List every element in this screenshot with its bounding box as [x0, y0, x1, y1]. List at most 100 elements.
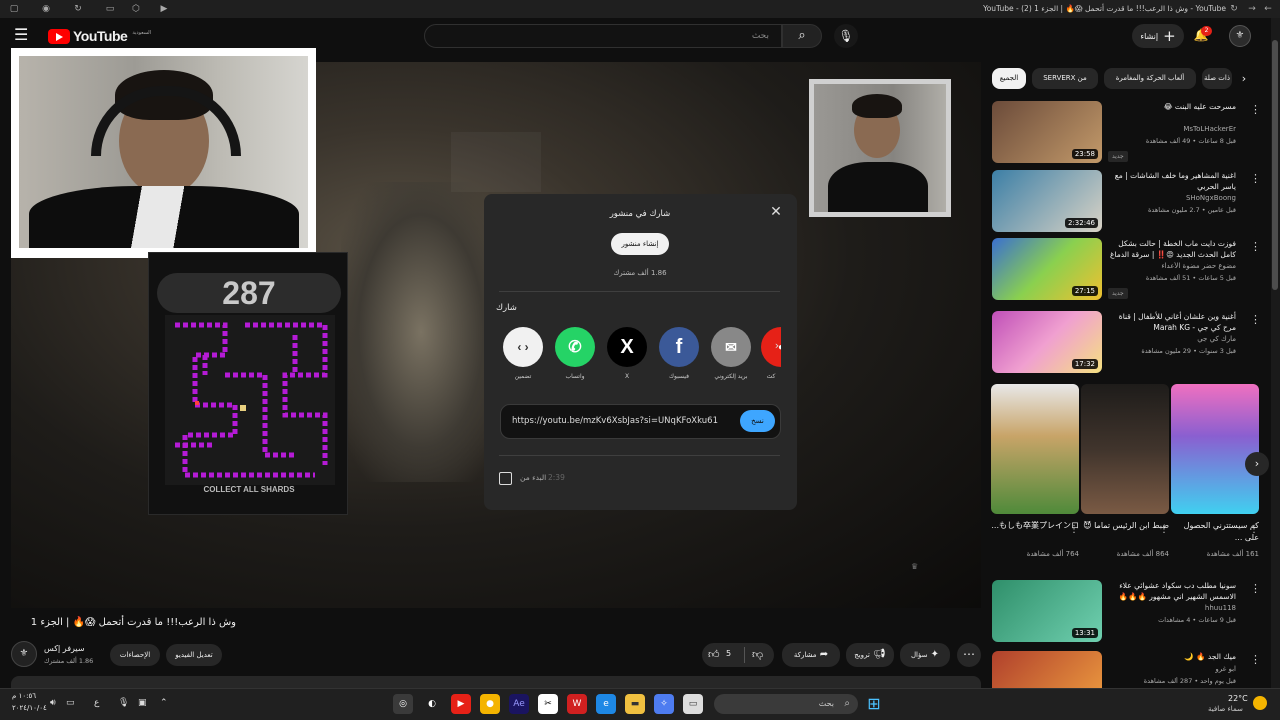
analytics-button[interactable]: الإحصاءات: [110, 644, 160, 666]
edit-video-button[interactable]: تعديل الفيديو: [166, 644, 222, 666]
video-thumbnail[interactable]: 2:32:46: [992, 170, 1102, 232]
short-title[interactable]: もしも卒業プレインロ...: [991, 520, 1079, 546]
video-thumbnail[interactable]: 17:32: [992, 311, 1102, 373]
recommendation-channel[interactable]: مضوع حضر مضوة الأعداء: [1108, 262, 1236, 270]
language-indicator[interactable]: ع: [94, 698, 99, 708]
collections-icon[interactable]: ⬡: [130, 3, 142, 15]
network-icon[interactable]: ▭: [66, 698, 75, 708]
after-effects-icon[interactable]: Ae: [509, 694, 529, 714]
video-thumbnail[interactable]: [992, 651, 1102, 688]
ask-button[interactable]: ✦ سؤال: [900, 643, 950, 667]
more-options-icon[interactable]: ⋮: [1250, 103, 1261, 116]
search-input[interactable]: بحث: [424, 24, 782, 48]
recommendation-item[interactable]: 27:15 فوزت دايت ماب الخطة | حالت بشكل كا…: [992, 238, 1262, 304]
app-taskbar-icon[interactable]: ▭: [683, 694, 703, 714]
more-options-icon[interactable]: ⋮: [1250, 172, 1261, 185]
capcut-icon[interactable]: ✂: [538, 694, 558, 714]
chevron-right-icon[interactable]: ›: [768, 337, 786, 355]
channel-name[interactable]: سيرفر إكس: [44, 644, 85, 653]
chrome-taskbar-icon[interactable]: ◎: [393, 694, 413, 714]
video-thumbnail[interactable]: 13:31: [992, 580, 1102, 642]
speaker-icon[interactable]: 🔊︎: [50, 698, 56, 708]
youtube-logo[interactable]: YouTube السعودية: [48, 28, 151, 44]
recommendation-channel[interactable]: hhuu118: [1108, 604, 1236, 612]
recommendation-item[interactable]: 23:58 مسرحت عليه البنت 😂 MsToLHackerEr ق…: [992, 101, 1262, 167]
share-x-button[interactable]: X X: [605, 327, 649, 380]
recommendation-title[interactable]: أغنية وين علشان أغاني للأطفال | قناة مرح…: [1108, 311, 1236, 333]
more-actions-icon[interactable]: ⋯: [957, 643, 981, 667]
create-button[interactable]: إنشاء +: [1132, 24, 1184, 48]
search-button[interactable]: ⌕: [782, 24, 822, 48]
hamburger-menu-icon[interactable]: ☰: [14, 27, 34, 43]
forward-icon[interactable]: →: [1246, 3, 1258, 15]
share-embed-button[interactable]: ‹ › تضمين: [501, 327, 545, 380]
weather-description[interactable]: سماء صافية: [1208, 705, 1243, 713]
more-options-icon[interactable]: ⋮: [1249, 524, 1259, 535]
refresh-icon[interactable]: ↻: [1228, 3, 1240, 15]
description-box[interactable]: [11, 676, 981, 688]
start-at-time[interactable]: 2:39: [548, 473, 565, 482]
chip-related[interactable]: ذات صلة: [1202, 68, 1232, 89]
more-options-icon[interactable]: ⋮: [1159, 524, 1169, 535]
app-taskbar-icon[interactable]: ●: [480, 694, 500, 714]
tray-app-icon[interactable]: ▣: [138, 698, 147, 708]
more-options-icon[interactable]: ⋮: [1250, 313, 1261, 326]
wps-icon[interactable]: W: [567, 694, 587, 714]
copilot-icon[interactable]: ✧: [654, 694, 674, 714]
recommendation-channel[interactable]: مارك كي جي: [1108, 335, 1236, 343]
taskbar-search-box[interactable]: ⌕ بحث: [714, 694, 858, 714]
short-title[interactable]: ضبط ابن الرئيس تماما 😈: [1081, 520, 1169, 546]
recommendation-item[interactable]: ميك الجد 🔥 🌙 ابو غرو قبل يوم واحد • 287 …: [992, 651, 1262, 688]
share-whatsapp-button[interactable]: ✆ واتساب: [553, 327, 597, 380]
create-post-button[interactable]: إنشاء منشور: [611, 233, 669, 255]
edge-icon[interactable]: e: [596, 694, 616, 714]
short-thumbnail[interactable]: [991, 384, 1079, 514]
app-menu-icon[interactable]: ▢: [8, 3, 20, 15]
close-icon[interactable]: ✕: [768, 204, 784, 220]
recommendation-title[interactable]: سونيا مطلب دب سكواد عشوائي علاء الاسمس ا…: [1108, 580, 1236, 602]
recommendation-title[interactable]: فوزت دايت ماب الخطة | حالت بشكل كامل الح…: [1108, 238, 1236, 262]
short-thumbnail[interactable]: [1081, 384, 1169, 514]
recommendation-item[interactable]: 2:32:46 اغنية المشاهير وما خلف الشاشات |…: [992, 170, 1262, 236]
video-thumbnail[interactable]: 27:15: [992, 238, 1102, 300]
chevron-right-icon[interactable]: ›: [1236, 71, 1252, 87]
recommendation-title[interactable]: مسرحت عليه البنت 😂: [1108, 101, 1236, 112]
like-icon[interactable]: 👍︎: [708, 648, 720, 661]
channel-avatar[interactable]: ⚜: [11, 641, 37, 667]
recommendation-title[interactable]: اغنية المشاهير وما خلف الشاشات | مع ياسر…: [1108, 170, 1236, 192]
youtube-taskbar-icon[interactable]: ▶: [451, 694, 471, 714]
chip-all[interactable]: الجميع: [992, 68, 1026, 89]
short-item[interactable]: もしも卒業プレインロ... 764 ألف مشاهدة ⋮: [991, 384, 1079, 558]
short-thumbnail[interactable]: [1171, 384, 1259, 514]
recommendation-channel[interactable]: ابو غرو: [1108, 665, 1236, 673]
promote-button[interactable]: 📢︎ ترويج: [846, 643, 894, 667]
recommendation-channel[interactable]: MsToLHackerEr: [1108, 125, 1236, 133]
copy-button[interactable]: نسخ: [740, 410, 775, 432]
weather-temperature[interactable]: 22°C: [1228, 694, 1248, 703]
dislike-icon[interactable]: 👎︎: [752, 648, 763, 661]
video-thumbnail[interactable]: 23:58: [992, 101, 1102, 163]
history-icon[interactable]: ↻: [72, 3, 84, 15]
share-button[interactable]: ➦ مشاركة: [782, 643, 840, 667]
extension-icon[interactable]: ◉: [40, 3, 52, 15]
chip-from-channel[interactable]: من SERVERX: [1032, 68, 1098, 89]
recommendation-title[interactable]: ميك الجد 🔥 🌙: [1108, 651, 1236, 662]
share-email-button[interactable]: ✉ بريد إلكتروني: [709, 327, 753, 380]
chevron-right-icon[interactable]: ›: [1245, 452, 1269, 476]
more-options-icon[interactable]: ⋮: [1250, 240, 1261, 253]
windows-start-icon[interactable]: ⊞: [864, 694, 884, 714]
more-options-icon[interactable]: ⋮: [1250, 653, 1261, 666]
recommendation-channel[interactable]: SHoNgxBoong: [1108, 194, 1236, 202]
account-avatar[interactable]: ⚜: [1229, 25, 1251, 47]
more-options-icon[interactable]: ⋮: [1250, 582, 1261, 595]
start-at-checkbox[interactable]: [499, 472, 512, 485]
recommendation-item[interactable]: 17:32 أغنية وين علشان أغاني للأطفال | قن…: [992, 311, 1262, 377]
back-icon[interactable]: ←: [1262, 3, 1274, 15]
clock-time[interactable]: ١٠:٥٦ م: [12, 692, 36, 700]
more-options-icon[interactable]: ⋮: [1069, 524, 1079, 535]
voice-search-button[interactable]: 🎙: [834, 24, 858, 48]
app-taskbar-icon[interactable]: ◐: [422, 694, 442, 714]
mic-tray-icon[interactable]: 🎙︎: [118, 698, 129, 708]
scrollbar-thumb[interactable]: [1272, 40, 1278, 290]
recommendation-item[interactable]: 13:31 سونيا مطلب دب سكواد عشوائي علاء ال…: [992, 580, 1262, 646]
